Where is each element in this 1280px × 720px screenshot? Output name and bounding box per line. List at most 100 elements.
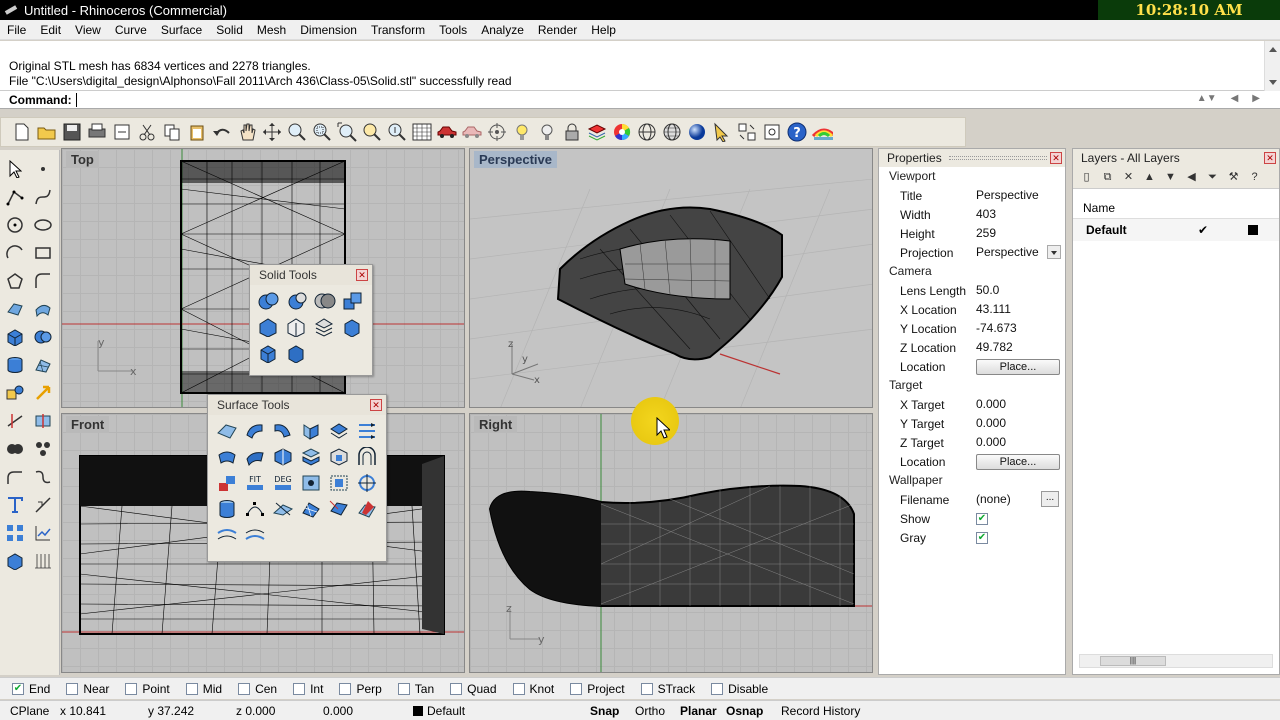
- prop-z-location[interactable]: Z Location 49.782: [879, 338, 1065, 357]
- polyline-icon[interactable]: [4, 186, 26, 208]
- project-surface-icon[interactable]: [327, 498, 351, 520]
- open-folder-icon[interactable]: [36, 121, 58, 143]
- menu-analyze[interactable]: Analyze: [474, 20, 531, 40]
- explode-icon[interactable]: [32, 438, 54, 460]
- menu-tools[interactable]: Tools: [432, 20, 474, 40]
- undo-icon[interactable]: [211, 121, 233, 143]
- change-degree-icon[interactable]: DEG: [271, 472, 295, 494]
- palette-title[interactable]: Solid Tools: [250, 265, 372, 285]
- dimension-icon[interactable]: [32, 494, 54, 516]
- palette-title[interactable]: Surface Tools: [208, 395, 386, 415]
- gray-checkbox[interactable]: ✔: [976, 531, 988, 544]
- osnap-perp[interactable]: Perp: [339, 682, 382, 696]
- prop-title[interactable]: Title Perspective: [879, 186, 1065, 205]
- color-wheel-icon[interactable]: [611, 121, 633, 143]
- osnap-toggle[interactable]: Osnap: [726, 704, 763, 718]
- menu-transform[interactable]: Transform: [364, 20, 432, 40]
- chamfer-surface-icon[interactable]: [243, 420, 267, 442]
- new-layer-icon[interactable]: ▯: [1079, 170, 1094, 185]
- point-icon[interactable]: [32, 158, 54, 180]
- boolean-split-icon[interactable]: [341, 290, 365, 312]
- show-checkbox[interactable]: ✔: [976, 512, 988, 525]
- layers-header[interactable]: Layers - All Layers ✕: [1073, 149, 1279, 167]
- menu-curve[interactable]: Curve: [108, 20, 154, 40]
- mesh-patch-icon[interactable]: [299, 498, 323, 520]
- menu-dimension[interactable]: Dimension: [293, 20, 364, 40]
- cap-planar-icon[interactable]: [313, 316, 337, 338]
- rebuild-surface-icon[interactable]: [215, 446, 239, 468]
- shell-icon[interactable]: [341, 316, 365, 338]
- scroll-thumb[interactable]: |||: [1100, 656, 1166, 666]
- osnap-int[interactable]: Int: [293, 682, 323, 696]
- fillet-edge-icon[interactable]: [4, 466, 26, 488]
- command-input[interactable]: [75, 92, 676, 107]
- osnap-end[interactable]: ✔ End: [12, 682, 50, 696]
- solid-box-alt-icon[interactable]: [285, 342, 309, 364]
- close-icon[interactable]: ✕: [1264, 152, 1276, 164]
- fillet-solid-icon[interactable]: [285, 316, 309, 338]
- fillet-curve-icon[interactable]: [32, 270, 54, 292]
- render-box-icon[interactable]: [4, 550, 26, 572]
- paste-icon[interactable]: [186, 121, 208, 143]
- prop-y-location[interactable]: Y Location -74.673: [879, 319, 1065, 338]
- circle-icon[interactable]: [4, 214, 26, 236]
- lock-icon[interactable]: [561, 121, 583, 143]
- menu-solid[interactable]: Solid: [209, 20, 250, 40]
- flow-along-icon[interactable]: [271, 498, 295, 520]
- browse-button[interactable]: ...: [1041, 491, 1059, 507]
- layer-column-name[interactable]: Name: [1073, 197, 1279, 219]
- transform-group-icon[interactable]: [4, 382, 26, 404]
- move-arrow-icon[interactable]: [32, 382, 54, 404]
- split-icon[interactable]: [32, 410, 54, 432]
- analyze-icon[interactable]: [32, 522, 54, 544]
- scroll-up-icon[interactable]: [1269, 47, 1277, 52]
- isocurve-icon[interactable]: [215, 524, 239, 546]
- lightbulb-icon[interactable]: [536, 121, 558, 143]
- osnap-cen[interactable]: Cen: [238, 682, 277, 696]
- edit-surface-icon[interactable]: [299, 472, 323, 494]
- viewport-title[interactable]: Perspective: [474, 151, 557, 168]
- sphere-union-icon[interactable]: [32, 326, 54, 348]
- close-icon[interactable]: ✕: [370, 399, 382, 411]
- cylinder-surface-icon[interactable]: [215, 498, 239, 520]
- layer-row-default[interactable]: Default ✔: [1073, 219, 1279, 241]
- menu-render[interactable]: Render: [531, 20, 584, 40]
- trim-icon[interactable]: [4, 410, 26, 432]
- prop-x-location[interactable]: X Location 43.111: [879, 300, 1065, 319]
- move-left-icon[interactable]: ◀: [1184, 170, 1199, 185]
- prop-height[interactable]: Height 259: [879, 224, 1065, 243]
- snap-target-icon[interactable]: [486, 121, 508, 143]
- zoom-window-icon[interactable]: [311, 121, 333, 143]
- move-up-icon[interactable]: ▲: [1142, 170, 1157, 185]
- arc-icon[interactable]: [4, 242, 26, 264]
- ortho-toggle[interactable]: Ortho: [635, 704, 665, 718]
- boolean-intersection-icon[interactable]: [313, 290, 337, 312]
- pan-hand-icon[interactable]: [236, 121, 258, 143]
- symmetry-icon[interactable]: [327, 472, 351, 494]
- history-scrollbar[interactable]: [1264, 41, 1280, 91]
- delete-layer-icon[interactable]: ✕: [1121, 170, 1136, 185]
- extend-surface-icon[interactable]: [327, 420, 351, 442]
- surface-tools-palette[interactable]: Surface Tools ✕ FIT DEG: [207, 394, 387, 562]
- untrim-icon[interactable]: [327, 446, 351, 468]
- osnap-knot[interactable]: Knot: [512, 682, 554, 696]
- prop-lens-length[interactable]: Lens Length 50.0: [879, 281, 1065, 300]
- current-layer-check-icon[interactable]: ✔: [1198, 219, 1208, 241]
- zoom-icon[interactable]: [286, 121, 308, 143]
- layers-hscrollbar[interactable]: |||: [1079, 654, 1273, 668]
- osnap-strack[interactable]: STrack: [640, 682, 695, 696]
- prop-z-target[interactable]: Z Target 0.000: [879, 433, 1065, 452]
- join-icon[interactable]: [32, 466, 54, 488]
- menu-edit[interactable]: Edit: [33, 20, 68, 40]
- new-file-icon[interactable]: [11, 121, 33, 143]
- prop-y-target[interactable]: Y Target 0.000: [879, 414, 1065, 433]
- osnap-point[interactable]: Point: [125, 682, 170, 696]
- osnap-tan[interactable]: Tan: [397, 682, 434, 696]
- control-points-icon[interactable]: [243, 498, 267, 520]
- move-down-icon[interactable]: ▼: [1163, 170, 1178, 185]
- target-place-button[interactable]: Place...: [976, 454, 1060, 470]
- viewport-title[interactable]: Top: [66, 151, 99, 168]
- updown-icon[interactable]: ▲▼: [1197, 93, 1217, 104]
- prop-x-target[interactable]: X Target 0.000: [879, 395, 1065, 414]
- help-icon[interactable]: ?: [786, 121, 808, 143]
